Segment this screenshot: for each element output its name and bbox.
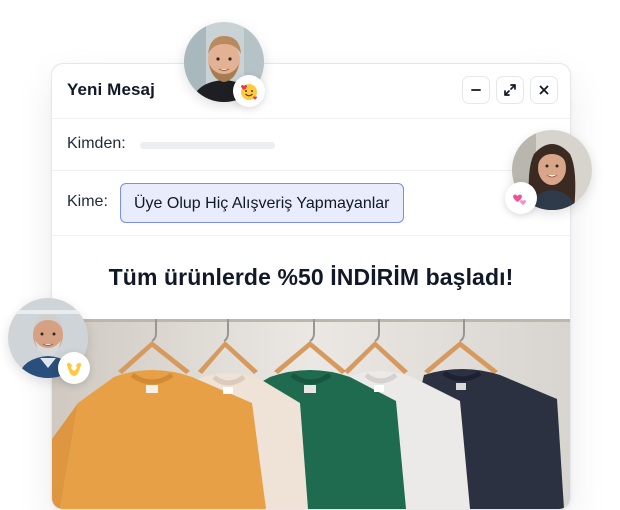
recipient-chip[interactable]: Üye Olup Hiç Alışveriş Yapmayanlar bbox=[120, 183, 404, 223]
to-row: Kime: Üye Olup Hiç Alışveriş Yapmayanlar bbox=[52, 171, 570, 236]
to-label: Kime: bbox=[67, 193, 108, 210]
product-banner-image bbox=[52, 319, 570, 509]
two-hearts-icon bbox=[505, 182, 537, 214]
compose-titlebar: Yeni Mesaj bbox=[52, 64, 570, 119]
from-field[interactable] bbox=[140, 142, 275, 149]
expand-icon bbox=[504, 84, 516, 96]
from-label: Kimden: bbox=[67, 135, 126, 152]
sweatshirts-illustration bbox=[52, 319, 570, 509]
compose-title: Yeni Mesaj bbox=[67, 80, 155, 99]
smiling-face-with-hearts-icon bbox=[233, 75, 265, 107]
close-button[interactable] bbox=[530, 76, 558, 104]
minimize-button[interactable] bbox=[462, 76, 490, 104]
close-icon bbox=[539, 85, 549, 95]
heart-hands-icon bbox=[58, 352, 90, 384]
expand-button[interactable] bbox=[496, 76, 524, 104]
message-headline: Tüm ürünlerde %50 İNDİRİM başladı! bbox=[108, 264, 514, 290]
minus-icon bbox=[471, 89, 481, 91]
compose-window: Yeni Mesaj Kimden: Kime: Üye Olup Hiç Al… bbox=[51, 63, 571, 510]
from-row: Kimden: bbox=[52, 119, 570, 171]
